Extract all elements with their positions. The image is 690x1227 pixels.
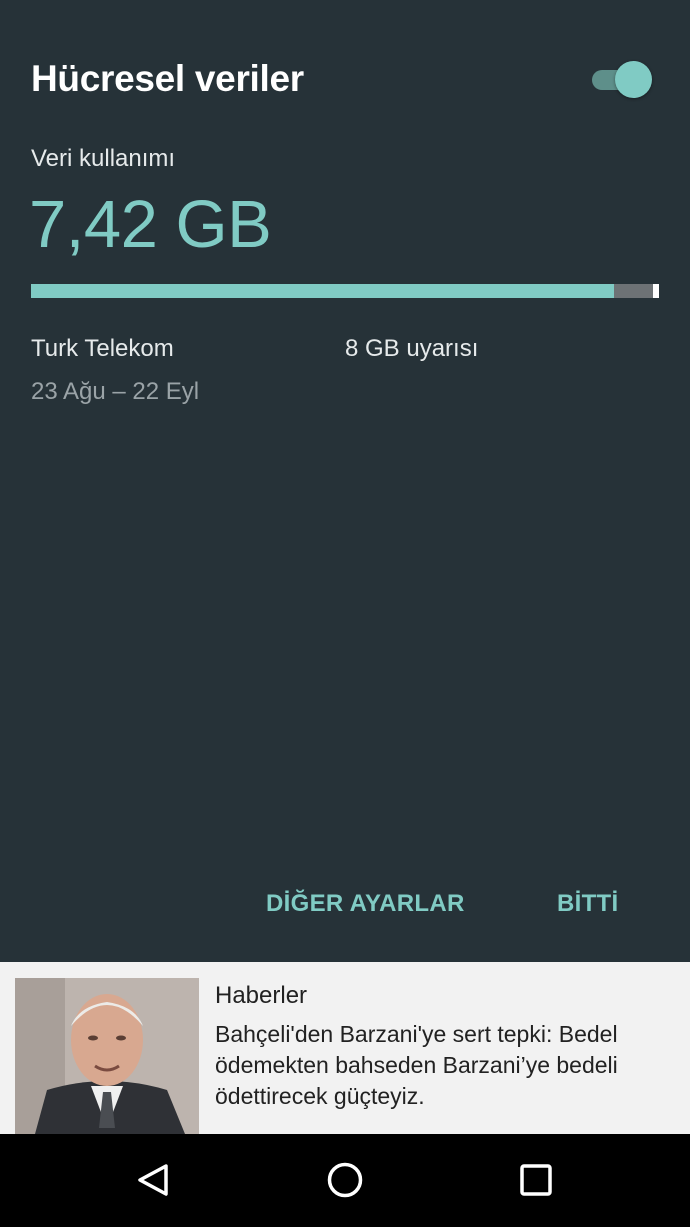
done-button[interactable]: BİTTİ (557, 890, 619, 918)
news-notification[interactable]: Haberler Bahçeli'den Barzani'ye sert tep… (0, 962, 690, 1134)
data-warning: 8 GB uyarısı (345, 335, 479, 362)
notification-text: Bahçeli'den Barzani'ye sert tepki: Bedel… (215, 1021, 618, 1109)
panel-title: Hücresel veriler (31, 58, 304, 99)
cellular-data-toggle[interactable] (588, 60, 654, 100)
usage-label: Veri kullanımı (31, 145, 176, 172)
notification-app-name: Haberler (215, 982, 308, 1009)
recents-icon[interactable] (516, 1160, 556, 1200)
billing-cycle: 23 Ağu – 22 Eyl (31, 378, 200, 405)
cellular-data-panel: Hücresel veriler Veri kullanımı 7,42 GB … (0, 0, 690, 962)
navigation-bar (0, 1134, 690, 1227)
news-photo (15, 978, 199, 1134)
back-icon[interactable] (134, 1160, 174, 1200)
usage-amount: 7,42 GB (29, 187, 272, 262)
more-settings-button[interactable]: DİĞER AYARLAR (266, 890, 465, 918)
usage-progress-fill (31, 284, 614, 298)
carrier-name: Turk Telekom (31, 335, 174, 362)
warning-limit-marker (653, 284, 659, 298)
home-icon[interactable] (325, 1160, 365, 1200)
usage-progress-bar (31, 284, 659, 298)
toggle-thumb (615, 61, 652, 98)
